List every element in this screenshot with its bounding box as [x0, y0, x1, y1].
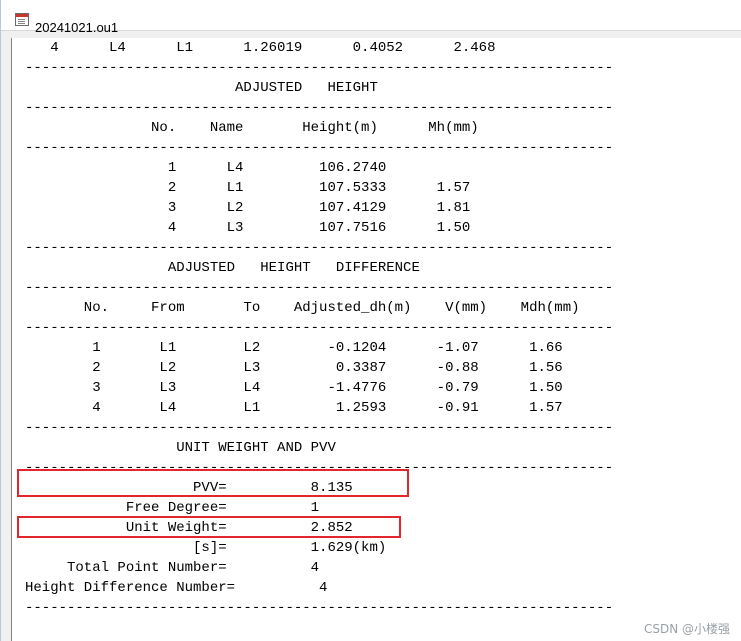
free-degree-line: Free Degree= 1 — [25, 500, 320, 516]
separator-line: ----------------------------------------… — [25, 280, 614, 296]
s-line: [s]= 1.629(km) — [25, 540, 387, 556]
separator-line: ----------------------------------------… — [25, 420, 614, 436]
dh-table-row: 1 L1 L2 -0.1204 -1.07 1.66 — [25, 340, 563, 356]
total-point-line: Total Point Number= 4 — [25, 560, 320, 576]
height-table-header: No. Name Height(m) Mh(mm) — [25, 120, 479, 136]
pvv-highlight-box — [17, 469, 409, 497]
height-table-row: 2 L1 107.5333 1.57 — [25, 180, 471, 196]
title-bar: 20241021.ou1 — [1, 0, 741, 35]
separator-line: ----------------------------------------… — [25, 600, 614, 616]
window-title: 20241021.ou1 — [35, 20, 119, 35]
height-table-row: 1 L4 106.2740 — [25, 160, 387, 176]
dh-table-header: No. From To Adjusted_dh(m) V(mm) Mdh(mm) — [25, 300, 580, 316]
separator-line: ----------------------------------------… — [25, 240, 614, 256]
dh-table-row: 2 L2 L3 0.3387 -0.88 1.56 — [25, 360, 563, 376]
separator-line: ----------------------------------------… — [25, 100, 614, 116]
separator-line: ----------------------------------------… — [25, 140, 614, 156]
text-line: 4 L4 L1 1.26019 0.4052 2.468 — [25, 40, 496, 56]
watermark: CSDN @小楼强 — [643, 622, 730, 636]
height-table-row: 4 L3 107.7516 1.50 — [25, 220, 471, 236]
dh-table-row: 4 L4 L1 1.2593 -0.91 1.57 — [25, 400, 563, 416]
section-title-adjusted-dh: ADJUSTED HEIGHT DIFFERENCE — [25, 260, 420, 276]
height-difference-number-line: Height Difference Number= 4 — [25, 580, 328, 596]
separator-line: ----------------------------------------… — [25, 60, 614, 76]
document-icon — [15, 13, 29, 26]
text-viewer-window: 20241021.ou1 4 L4 L1 1.26019 0.4052 2.46… — [0, 0, 741, 641]
section-title-unit-weight: UNIT WEIGHT AND PVV — [25, 440, 336, 456]
unit-weight-highlight-box — [17, 516, 401, 538]
separator-line: ----------------------------------------… — [25, 320, 614, 336]
height-table-row: 3 L2 107.4129 1.81 — [25, 200, 471, 216]
dh-table-row: 3 L3 L4 -1.4776 -0.79 1.50 — [25, 380, 563, 396]
section-title-adjusted-height: ADJUSTED HEIGHT — [25, 80, 378, 96]
